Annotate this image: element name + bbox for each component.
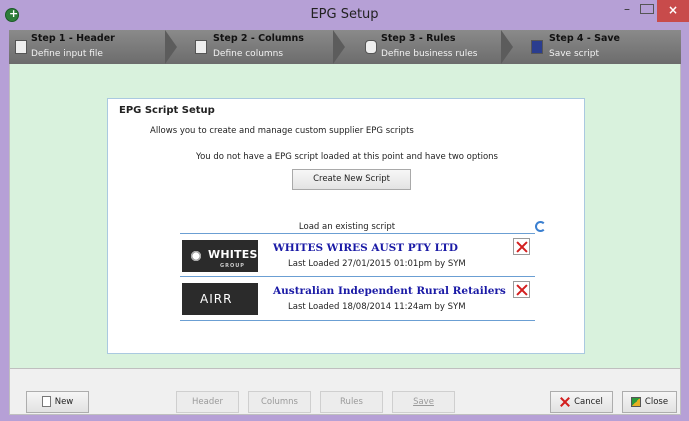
columns-icon bbox=[195, 40, 207, 54]
database-icon bbox=[365, 40, 377, 54]
step-title: Step 2 - Columns bbox=[213, 33, 304, 44]
cancel-button-label: Cancel bbox=[574, 397, 603, 407]
header-button[interactable]: Header bbox=[176, 391, 239, 413]
refresh-icon[interactable] bbox=[535, 221, 546, 232]
panel-description: Allows you to create and manage custom s… bbox=[150, 126, 414, 136]
step-header[interactable]: Step 1 - Header Define input file bbox=[9, 30, 177, 64]
step-title: Step 4 - Save bbox=[549, 33, 620, 44]
floppy-disk-icon bbox=[531, 40, 543, 54]
close-button[interactable]: Close bbox=[622, 391, 677, 413]
step-separator bbox=[501, 30, 513, 64]
close-icon bbox=[630, 396, 641, 407]
script-item[interactable]: AIRR Australian Independent Rural Retail… bbox=[180, 277, 535, 321]
script-name[interactable]: WHITES WIRES AUST PTY LTD bbox=[273, 242, 458, 254]
new-document-icon bbox=[41, 396, 51, 407]
wizard-steps-bar: Step 1 - Header Define input file Step 2… bbox=[9, 30, 681, 64]
save-button[interactable]: Save bbox=[392, 391, 455, 413]
step-separator bbox=[333, 30, 345, 64]
panel-title: EPG Script Setup bbox=[119, 105, 215, 116]
close-button-label: Close bbox=[644, 397, 669, 407]
delete-script-button[interactable] bbox=[513, 281, 530, 298]
step-save[interactable]: Step 4 - Save Save script bbox=[513, 30, 681, 64]
step-title: Step 3 - Rules bbox=[381, 33, 456, 44]
title-bar: EPG Setup – × bbox=[0, 0, 689, 30]
document-arrow-icon bbox=[15, 40, 27, 54]
script-last-loaded: Last Loaded 27/01/2015 01:01pm by SYM bbox=[288, 259, 466, 269]
step-title: Step 1 - Header bbox=[31, 33, 115, 44]
create-new-script-button[interactable]: Create New Script bbox=[292, 169, 411, 190]
bottom-toolbar: New Header Columns Rules Save Cancel Clo… bbox=[9, 368, 681, 415]
maximize-button[interactable] bbox=[640, 4, 654, 14]
load-existing-label: Load an existing script bbox=[298, 222, 396, 232]
delete-script-button[interactable] bbox=[513, 238, 530, 255]
script-last-loaded: Last Loaded 18/08/2014 11:24am by SYM bbox=[288, 302, 466, 312]
columns-button[interactable]: Columns bbox=[248, 391, 311, 413]
epg-setup-window: EPG Setup – × Step 1 - Header Define inp… bbox=[0, 0, 689, 421]
logo-text: AIRR bbox=[200, 292, 233, 306]
step-columns[interactable]: Step 2 - Columns Define columns bbox=[177, 30, 345, 64]
step-separator bbox=[165, 30, 177, 64]
minimize-button[interactable]: – bbox=[615, 0, 639, 20]
close-window-button[interactable]: × bbox=[657, 0, 689, 22]
epg-script-setup-panel: EPG Script Setup Allows you to create an… bbox=[107, 98, 585, 354]
script-name[interactable]: Australian Independent Rural Retailers bbox=[273, 285, 506, 297]
logo-subtext: GROUP bbox=[220, 263, 245, 269]
new-button-label: New bbox=[54, 397, 74, 407]
cancel-icon bbox=[560, 397, 570, 407]
save-button-label: Save bbox=[413, 397, 434, 407]
airr-logo: AIRR bbox=[182, 283, 258, 315]
script-item[interactable]: WHITES GROUP WHITES WIRES AUST PTY LTD L… bbox=[180, 233, 535, 277]
new-button[interactable]: New bbox=[26, 391, 89, 413]
logo-text: WHITES bbox=[208, 248, 258, 261]
step-subtitle: Define business rules bbox=[381, 49, 478, 59]
step-rules[interactable]: Step 3 - Rules Define business rules bbox=[345, 30, 513, 64]
whites-logo: WHITES GROUP bbox=[182, 240, 258, 272]
step-subtitle: Save script bbox=[549, 49, 600, 59]
step-subtitle: Define columns bbox=[213, 49, 284, 59]
window-title: EPG Setup bbox=[310, 7, 379, 22]
script-list: WHITES GROUP WHITES WIRES AUST PTY LTD L… bbox=[180, 233, 535, 321]
rules-button[interactable]: Rules bbox=[320, 391, 383, 413]
cancel-button[interactable]: Cancel bbox=[550, 391, 613, 413]
no-script-message: You do not have a EPG script loaded at t… bbox=[196, 152, 498, 162]
content-area: EPG Script Setup Allows you to create an… bbox=[9, 64, 681, 368]
step-subtitle: Define input file bbox=[31, 49, 103, 59]
